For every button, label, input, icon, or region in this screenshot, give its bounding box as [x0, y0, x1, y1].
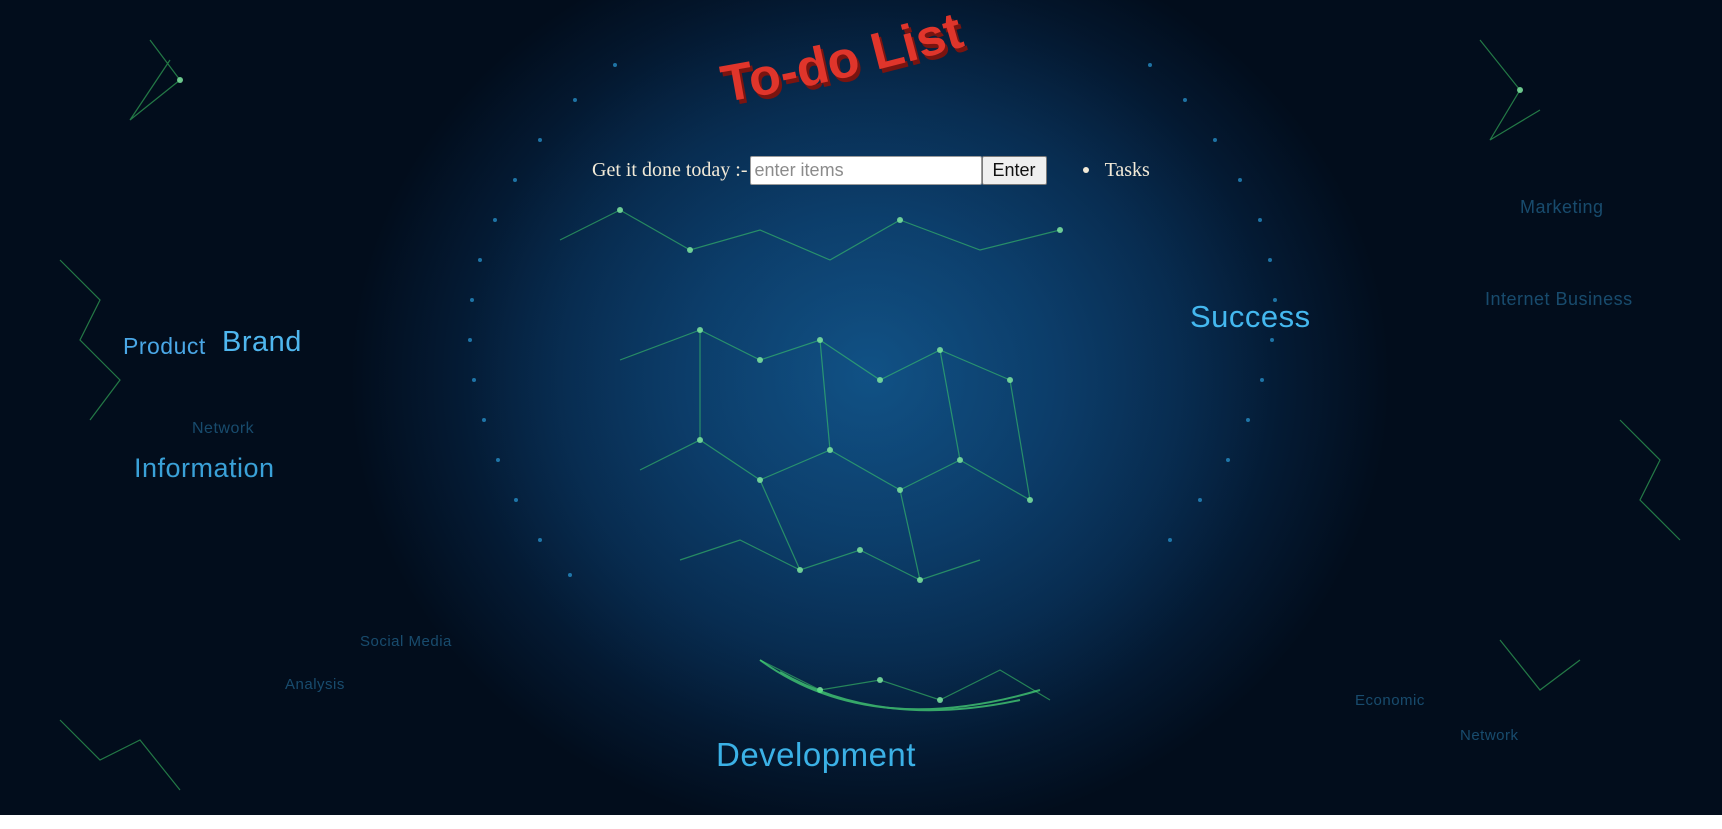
- page-title: To-do List To-do List: [715, 2, 1035, 120]
- background-word-marketing: Marketing: [1520, 197, 1604, 217]
- background-word-research: Network: [1460, 727, 1519, 744]
- background-word-internet-business: Internet Business: [1485, 289, 1633, 309]
- background-word-economic: Economic: [1355, 692, 1425, 709]
- background-word-success: Success: [1190, 299, 1311, 334]
- network-globe-background: [59, 0, 1681, 791]
- task-list: Tasks: [1082, 158, 1150, 182]
- enter-button[interactable]: Enter: [981, 155, 1047, 185]
- task-label: Tasks: [1104, 158, 1150, 181]
- app-window: Product Brand Network Information Succes…: [0, 0, 1722, 815]
- background-word-brand: Brand: [222, 326, 302, 358]
- background-word-network: Network: [192, 420, 255, 437]
- bullet-dot-icon: [1082, 167, 1089, 173]
- page-title-text: To-do List: [717, 2, 969, 114]
- background-word-social-media: Social Media: [360, 633, 452, 650]
- background-word-analysis: Analysis: [285, 676, 345, 693]
- item-input[interactable]: [749, 155, 982, 185]
- background-word-development: Development: [716, 736, 916, 773]
- todo-form: Get it done today :- Enter Tasks: [592, 155, 1150, 185]
- svg-text:To-do List: To-do List: [717, 2, 969, 114]
- list-item: Tasks: [1082, 158, 1150, 182]
- background-word-information: Information: [134, 453, 275, 483]
- background-word-product: Product: [123, 333, 206, 359]
- prompt-label: Get it done today :-: [592, 158, 748, 181]
